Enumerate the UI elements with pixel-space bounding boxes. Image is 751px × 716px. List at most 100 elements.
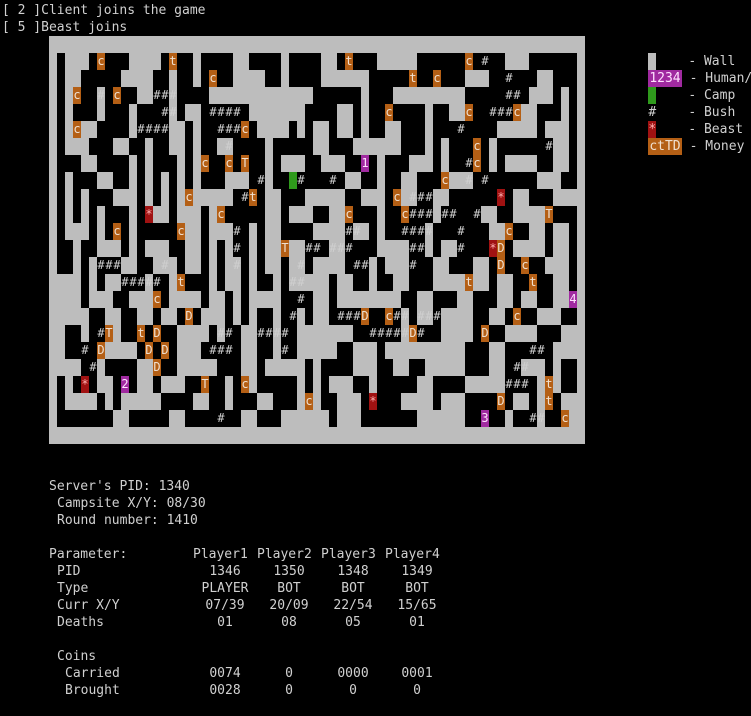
bush-icon: # (97, 326, 105, 340)
legend-wall: - Wall (617, 36, 735, 70)
bush-icon: # (513, 360, 521, 374)
wall-block (273, 274, 281, 359)
wall-block (161, 308, 177, 325)
wall-block (545, 257, 569, 274)
bush-icon: # (417, 190, 425, 204)
bush-icon: # (225, 326, 233, 340)
wall-block (473, 257, 489, 291)
wall-block (321, 155, 345, 172)
bush-icon: # (257, 173, 265, 187)
bush-icon: # (393, 326, 401, 340)
bush-icon: # (297, 275, 305, 289)
wall-block (265, 87, 313, 104)
wall-block (209, 240, 217, 325)
bush-icon: # (401, 326, 409, 340)
wall-block (305, 325, 353, 342)
wall-block (425, 359, 465, 376)
wall-block (137, 359, 153, 393)
legend-camp: - Camp (617, 70, 735, 104)
wall-block (521, 104, 529, 138)
wall-block (505, 155, 537, 172)
coin-icon: c (209, 70, 217, 87)
wall-block (505, 325, 537, 342)
coin-icon: t (137, 325, 145, 342)
legend-money: ctTD - Money (617, 121, 744, 155)
wall-block (145, 240, 169, 257)
coin-icon: c (73, 121, 81, 138)
coin-icon: D (153, 359, 161, 376)
wall-block (97, 359, 105, 393)
pid-player1: 1346 (209, 564, 241, 579)
wall-block (297, 87, 305, 138)
bush-icon: # (441, 207, 449, 221)
wall-block (497, 274, 513, 308)
bush-icon: # (153, 88, 161, 102)
wall-block (553, 342, 561, 393)
coins-carried-player2: 0 (285, 666, 293, 681)
wall-block (81, 155, 97, 172)
wall-block (353, 291, 401, 308)
coin-icon: D (361, 308, 369, 325)
bush-icon: # (529, 343, 537, 357)
wall-block (385, 240, 409, 274)
wall-block (457, 291, 473, 325)
wall-block (105, 376, 113, 410)
wall-block (121, 393, 161, 410)
log-line-2: [ 5 ]Beast joins (2, 20, 128, 35)
bush-icon: # (457, 224, 465, 238)
wall-block (177, 325, 209, 342)
wall-block (537, 308, 561, 325)
wall-block (113, 410, 129, 427)
coin-icon: c (513, 104, 521, 121)
coin-icon: t (545, 376, 553, 393)
coins-carried-player1: 0074 (209, 666, 241, 681)
coin-icon: c (177, 223, 185, 240)
game-map: c t t c # c t c # c # c # # # # # # # # # # # c c # # # c c # # # # # # # c # #… (49, 36, 585, 444)
bush-icon: # (385, 326, 393, 340)
bush-icon: # (537, 411, 545, 425)
wall-block (537, 172, 561, 189)
bush-icon: # (153, 275, 161, 289)
wall-block (401, 393, 417, 410)
wall-block (521, 291, 537, 308)
bush-icon: # (329, 173, 337, 187)
pid-player2: 1350 (273, 564, 305, 579)
wall-block (449, 274, 465, 291)
wall-block (121, 257, 137, 274)
bush-icon: # (297, 173, 305, 187)
coin-icon: D (153, 325, 161, 342)
bush-icon: # (545, 139, 553, 153)
wall-block (513, 393, 529, 410)
wall-block (129, 206, 137, 257)
coin-icon: D (497, 393, 505, 410)
bush-icon: # (233, 105, 241, 119)
type-label: Type (57, 581, 89, 596)
bush-icon: # (513, 88, 521, 102)
wall-block (97, 240, 113, 257)
wall-block (393, 359, 409, 376)
wall-block (489, 138, 497, 172)
coin-icon: t (249, 189, 257, 206)
coin-icon: c (441, 172, 449, 189)
wall-block (449, 104, 465, 121)
coins-brought-label: Brought (65, 683, 120, 698)
wall-block (249, 223, 257, 325)
coin-icon: D (97, 342, 105, 359)
campsite-xy: Campsite X/Y: 08/30 (57, 496, 206, 511)
wall-block (65, 359, 81, 376)
bush-icon: # (265, 326, 273, 340)
coin-icon: c (201, 155, 209, 172)
bush-icon: # (97, 258, 105, 272)
wall-block (169, 121, 185, 155)
wall-block (73, 393, 97, 410)
bush-icon: # (409, 190, 417, 204)
curr-x-y-label: Curr X/Y (57, 598, 120, 613)
coin-icon: D (409, 325, 417, 342)
table-header-label: Parameter: (49, 547, 128, 562)
campsite-icon (289, 172, 297, 189)
coin-icon: c (561, 410, 569, 427)
coins-brought-player3: 0 (349, 683, 357, 698)
coin-icon: c (345, 206, 353, 223)
coins-carried-player3: 0000 (337, 666, 369, 681)
bush-icon: # (81, 343, 89, 357)
